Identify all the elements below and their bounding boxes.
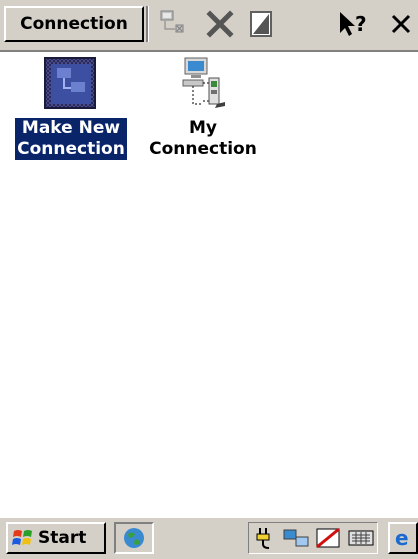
toolbar: Connection ? — [0, 0, 418, 52]
help-icon: ? — [340, 12, 367, 36]
delete-button[interactable] — [200, 6, 240, 42]
taskbar: Start e — [0, 516, 418, 559]
make-new-connection-item[interactable]: Make New Connection — [8, 56, 134, 161]
close-button[interactable] — [384, 6, 418, 42]
globe-icon — [124, 528, 144, 548]
toolbar-separator — [146, 6, 149, 42]
help-button[interactable]: ? — [334, 6, 374, 42]
taskbar-app-button[interactable] — [114, 522, 154, 554]
my-connection-item[interactable]: My Connection — [140, 56, 266, 160]
properties-button[interactable] — [152, 6, 190, 42]
input-panel-icon[interactable] — [315, 527, 341, 549]
start-button[interactable]: Start — [6, 522, 106, 554]
my-connection-label: My Connection — [149, 118, 257, 159]
make-new-connection-label: Make New Connection — [14, 117, 128, 161]
ie-button[interactable]: e — [388, 522, 418, 554]
svg-text:e: e — [395, 527, 409, 549]
windows-logo-icon — [12, 530, 32, 545]
copy-icon — [250, 11, 272, 37]
window: Connection ? Make New Connection My Conn… — [0, 0, 418, 559]
connection-menu-button[interactable]: Connection — [4, 6, 144, 42]
svg-text:?: ? — [355, 12, 367, 36]
connection-menu-label: Connection — [20, 14, 128, 34]
delete-icon — [206, 10, 234, 38]
internet-explorer-icon: e — [395, 527, 409, 549]
network-connection-icon — [182, 57, 225, 108]
copy-button[interactable] — [244, 6, 278, 42]
close-icon — [391, 14, 411, 34]
power-plug-icon[interactable] — [252, 526, 276, 550]
network-icon[interactable] — [283, 527, 309, 549]
keyboard-icon[interactable] — [348, 529, 374, 547]
make-new-connection-icon — [44, 57, 96, 109]
properties-icon — [160, 10, 184, 33]
system-tray — [248, 522, 378, 554]
start-label: Start — [38, 528, 87, 548]
